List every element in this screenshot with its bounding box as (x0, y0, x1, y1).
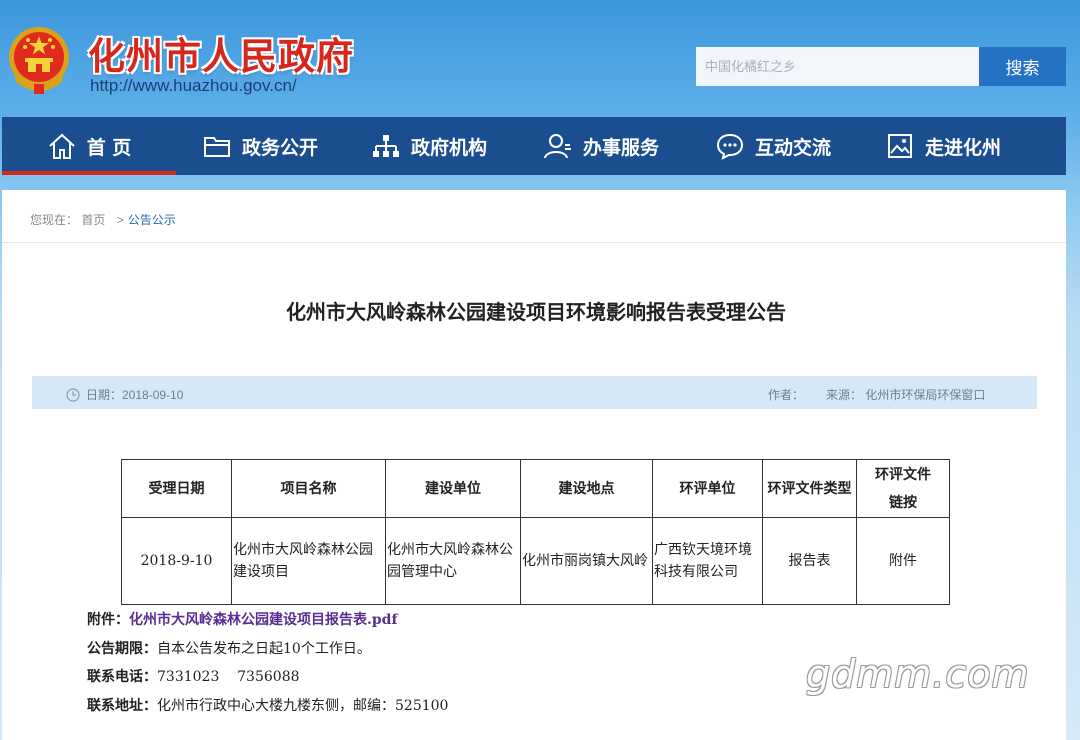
picture-icon (887, 134, 912, 158)
project-info-table: 受理日期 项目名称 建设单位 建设地点 环评单位 环评文件类型 环评文件链按 2… (121, 459, 950, 605)
article-date: 日期：2018-09-10 (66, 386, 183, 403)
folder-icon (203, 137, 230, 157)
site-title: 化州市人民政府 (88, 34, 354, 78)
table-header-row: 受理日期 项目名称 建设单位 建设地点 环评单位 环评文件类型 环评文件链按 (121, 459, 950, 518)
table-header: 项目名称 (231, 459, 386, 518)
table-header: 建设地点 (520, 459, 653, 518)
watermark: gdmm.com (806, 652, 1030, 696)
table-cell: 化州市大风岭森林公园管理中心 (385, 517, 521, 605)
attachment-key: 附件： (87, 612, 129, 628)
search-input[interactable] (696, 47, 979, 86)
table-cell: 2018-9-10 (121, 517, 232, 605)
table-header: 环评单位 (652, 459, 763, 518)
nav-item-home[interactable]: 首 页 (2, 117, 176, 175)
nav-item-gov-organizations[interactable]: 政府机构 (344, 117, 514, 175)
phone-key: 联系电话： (87, 669, 157, 685)
site-url: http://www.huazhou.gov.cn/ (90, 76, 297, 95)
address-key: 联系地址： (87, 697, 157, 714)
nav-label: 互动交流 (754, 136, 831, 159)
breadcrumb-separator: > (116, 213, 124, 227)
attachment-cell-link[interactable]: 附件 (856, 517, 950, 605)
attachment-row: 附件：化州市大风岭森林公园建设项目报告表.pdf (87, 606, 448, 635)
nav-label: 政务公开 (241, 136, 318, 159)
article-date-text: 日期：2018-09-10 (86, 388, 184, 402)
breadcrumb-current[interactable]: 公告公示 (128, 213, 176, 227)
org-chart-icon (372, 135, 399, 157)
user-icon (543, 134, 571, 159)
divider (2, 242, 1066, 243)
nav-label: 办事服务 (582, 136, 659, 159)
search-button[interactable]: 搜索 (979, 47, 1066, 86)
table-cell: 报告表 (762, 517, 857, 605)
home-icon (49, 133, 75, 159)
announcement-notes: 附件：化州市大风岭森林公园建设项目报告表.pdf 公告期限：自本公告发布之日起1… (87, 606, 448, 720)
nav-item-interaction[interactable]: 互动交流 (688, 117, 858, 175)
table-header: 环评文件类型 (762, 459, 857, 518)
site-header: 化州市人民政府 http://www.huazhou.gov.cn/ 搜索 (0, 0, 1080, 112)
table-header: 建设单位 (385, 459, 521, 518)
attachment-pdf-link[interactable]: 化州市大风岭森林公园建设项目报告表.pdf (129, 612, 397, 628)
breadcrumb: 您现在： 首页 > 公告公示 (30, 211, 176, 228)
period-key: 公告期限： (87, 640, 157, 657)
nav-item-services[interactable]: 办事服务 (514, 117, 688, 175)
breadcrumb-home[interactable]: 首页 (81, 213, 105, 227)
table-row: 2018-9-10 化州市大风岭森林公园建设项目 化州市大风岭森林公园管理中心 … (121, 517, 950, 605)
phone-value: 7331023 7356088 (157, 669, 300, 685)
breadcrumb-prefix: 您现在： (30, 213, 79, 227)
main-nav: 首 页 政务公开 政府机构 办事服务 互动交流 走进化州 (2, 117, 1066, 175)
article-meta-bar: 日期：2018-09-10 作者： 来源： 化州市环保局环保窗口 (32, 376, 1037, 409)
article-author: 作者： (768, 388, 805, 402)
nav-item-gov-affairs[interactable]: 政务公开 (176, 117, 344, 175)
nav-label: 走进化州 (924, 136, 1001, 159)
table-header: 受理日期 (121, 459, 232, 518)
period-value: 自本公告发布之日起10个工作日。 (157, 640, 371, 657)
nav-label: 政府机构 (410, 136, 487, 159)
chat-icon (716, 133, 743, 160)
table-cell: 广西钦天境环境科技有限公司 (652, 517, 763, 605)
period-row: 公告期限：自本公告发布之日起10个工作日。 (87, 635, 448, 664)
nav-label: 首 页 (86, 136, 132, 159)
table-header: 环评文件链按 (856, 459, 950, 518)
national-emblem-icon (9, 27, 69, 94)
article-title: 化州市大风岭森林公园建设项目环境影响报告表受理公告 (286, 300, 786, 324)
address-row: 联系地址：化州市行政中心大楼九楼东侧，邮编：525100 (87, 692, 448, 721)
clock-icon (66, 387, 80, 402)
address-value: 化州市行政中心大楼九楼东侧，邮编：525100 (157, 697, 449, 714)
nav-item-about-huazhou[interactable]: 走进化州 (858, 117, 1028, 175)
table-cell: 化州市大风岭森林公园建设项目 (231, 517, 386, 605)
article-source: 来源： 化州市环保局环保窗口 (826, 388, 986, 402)
table-cell: 化州市丽岗镇大风岭 (520, 517, 653, 605)
phone-row: 联系电话：7331023 7356088 (87, 663, 448, 692)
